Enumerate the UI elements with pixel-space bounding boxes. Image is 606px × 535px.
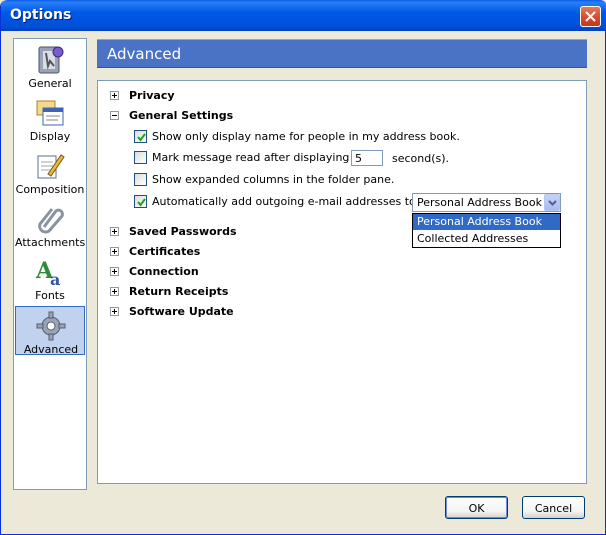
option-label: Automatically add outgoing e-mail addres… [152,195,440,208]
general-icon [38,46,64,74]
expand-plus-icon[interactable] [110,307,119,316]
address-book-select[interactable]: Personal Address Book [412,193,561,212]
category-label: Advanced [23,343,79,356]
mark-read-seconds-input[interactable] [351,150,383,166]
category-label: General [28,77,72,90]
show-display-name-checkbox[interactable] [134,130,147,143]
advanced-icon [36,311,66,341]
svg-text:a: a [50,270,60,288]
tree-item-label: Connection [129,265,199,278]
pane-header: Advanced [97,39,587,68]
cancel-button[interactable]: Cancel [522,496,585,519]
checkmark-icon [137,133,146,142]
dropdown-button[interactable] [544,194,560,211]
category-fonts[interactable]: A a Fonts [15,253,85,304]
category-composition[interactable]: Composition [15,147,85,198]
category-attachments[interactable]: Attachments [15,200,85,251]
display-icon [36,100,64,126]
category-list: General Display Composition Attachments … [13,38,87,490]
options-window: Options General Display Composition Atta… [0,0,606,535]
dropdown-option-collected[interactable]: Collected Addresses [413,231,560,247]
expand-plus-icon[interactable] [110,287,119,296]
tree-item-label: General Settings [129,109,234,122]
attachments-icon [38,208,64,234]
mark-read-checkbox[interactable] [134,151,147,164]
expand-plus-icon[interactable] [110,247,119,256]
category-advanced[interactable]: Advanced [15,306,85,356]
expand-plus-icon[interactable] [110,91,119,100]
window-title: Options [10,7,72,23]
tree-item-label: Privacy [129,89,175,102]
category-general[interactable]: General [15,41,85,92]
category-label: Display [29,130,71,143]
tree-item-label: Software Update [129,305,234,318]
settings-tree: Privacy General Settings Show only displ… [97,80,587,484]
pane-title: Advanced [107,45,182,63]
expand-plus-icon[interactable] [110,227,119,236]
tree-item-label: Certificates [129,245,201,258]
collapse-minus-icon[interactable] [110,111,119,120]
close-button[interactable] [580,6,601,27]
address-book-dropdown-list: Personal Address Book Collected Addresse… [412,213,561,248]
ok-button[interactable]: OK [445,496,508,519]
category-label: Composition [15,183,85,196]
address-book-select-value: Personal Address Book [417,196,542,209]
auto-add-addresses-checkbox[interactable] [134,195,147,208]
option-label: Show only display name for people in my … [152,130,460,143]
seconds-label: second(s). [392,152,450,165]
category-label: Fonts [35,289,65,302]
close-icon [585,11,596,22]
checkmark-icon [137,198,146,207]
chevron-down-icon [548,200,557,206]
composition-icon [37,154,65,179]
title-bar[interactable]: Options [1,0,606,31]
tree-item-label: Saved Passwords [129,225,237,238]
expand-plus-icon[interactable] [110,267,119,276]
category-label: Attachments [15,236,86,249]
fonts-icon: A a [35,258,60,288]
option-label: Mark message read after displaying for [152,151,369,164]
tree-item-label: Return Receipts [129,285,229,298]
expanded-columns-checkbox[interactable] [134,173,147,186]
option-label: Show expanded columns in the folder pane… [152,173,395,186]
dropdown-option-personal[interactable]: Personal Address Book [413,214,560,230]
category-display[interactable]: Display [15,94,85,145]
